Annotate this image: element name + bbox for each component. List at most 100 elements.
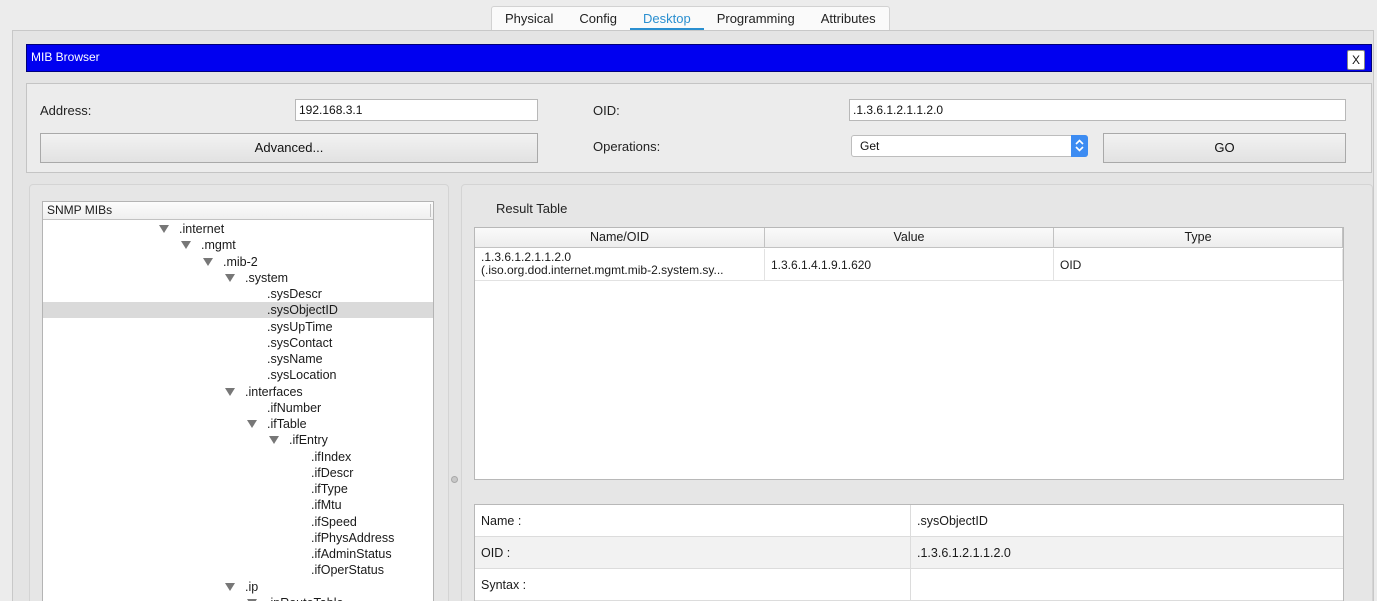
tree-node[interactable]: .ifTable xyxy=(43,416,433,432)
tree-node-label: .system xyxy=(245,270,289,285)
address-input[interactable]: 192.168.3.1 xyxy=(295,99,538,121)
split-pane-handle[interactable] xyxy=(451,476,458,483)
detail-key: OID : xyxy=(481,546,511,560)
tree-node[interactable]: .sysLocation xyxy=(43,367,433,383)
tab-physical[interactable]: Physical xyxy=(492,7,566,30)
tree-node-label: .ifOperStatus xyxy=(311,563,384,578)
column-header-value[interactable]: Value xyxy=(765,228,1054,248)
triangle-down-icon[interactable] xyxy=(203,257,213,266)
tree-node[interactable]: .mib-2 xyxy=(43,254,433,270)
tree-node[interactable]: .system xyxy=(43,270,433,286)
cell-name-oid: .1.3.6.1.2.1.1.2.0 (.iso.org.dod.interne… xyxy=(475,249,765,281)
tree-node[interactable]: .ip xyxy=(43,579,433,595)
advanced-button[interactable]: Advanced... xyxy=(40,133,538,163)
tree-node[interactable]: .sysUpTime xyxy=(43,319,433,335)
tree-node[interactable]: .ifIndex xyxy=(43,449,433,465)
tree-node[interactable]: .ifAdminStatus xyxy=(43,546,433,562)
tree-node[interactable]: .sysContact xyxy=(43,335,433,351)
detail-row-syntax: Syntax : xyxy=(475,569,1343,601)
tree-node[interactable]: .ifPhysAddress xyxy=(43,530,433,546)
oid-input[interactable]: .1.3.6.1.2.1.1.2.0 xyxy=(849,99,1346,121)
tab-config[interactable]: Config xyxy=(566,7,630,30)
tab-desktop[interactable]: Desktop xyxy=(630,7,704,31)
tree-node-label: .ifDescr xyxy=(311,465,354,480)
tree-node-label: .internet xyxy=(179,222,225,236)
tree-node[interactable]: .sysName xyxy=(43,351,433,367)
result-table-header: Name/OID Value Type xyxy=(475,228,1343,248)
tree-node[interactable]: .ipRouteTable xyxy=(43,595,433,601)
tree-node-label: .ifType xyxy=(311,482,348,496)
operations-label: Operations: xyxy=(593,139,661,154)
detail-value xyxy=(910,569,1343,601)
tree-node[interactable]: .sysDescr xyxy=(43,286,433,302)
cell-oid-path: (.iso.org.dod.internet.mgmt.mib-2.system… xyxy=(481,264,724,277)
triangle-down-icon[interactable] xyxy=(225,273,235,282)
mib-browser-titlebar: MIB Browser X xyxy=(26,44,1372,72)
tree-node-label: .ifSpeed xyxy=(311,514,357,529)
tree-node-label: .mib-2 xyxy=(223,254,258,269)
tree-node-label: .sysName xyxy=(267,352,323,366)
column-header-type[interactable]: Type xyxy=(1054,228,1343,248)
tree-node-label: .sysLocation xyxy=(267,368,337,383)
close-button[interactable]: X xyxy=(1347,50,1365,70)
tree-node[interactable]: .ifNumber xyxy=(43,400,433,416)
device-tabs: Physical Config Desktop Programming Attr… xyxy=(491,6,890,31)
cell-type: OID xyxy=(1054,249,1343,281)
tab-programming[interactable]: Programming xyxy=(704,7,808,30)
detail-row-name: Name : .sysObjectID xyxy=(475,505,1343,537)
go-button[interactable]: GO xyxy=(1103,133,1346,163)
result-table: Name/OID Value Type .1.3.6.1.2.1.1.2.0 (… xyxy=(474,227,1344,480)
triangle-down-icon[interactable] xyxy=(181,241,191,250)
tree-node-label: .ifEntry xyxy=(289,433,328,448)
tree-node-label: .ifMtu xyxy=(311,498,342,513)
operations-value: Get xyxy=(860,139,880,153)
tree-node[interactable]: .ifMtu xyxy=(43,497,433,513)
tree-node-label: .ifTable xyxy=(267,417,307,431)
tree-node-label: .ip xyxy=(245,579,259,594)
column-header-name-oid[interactable]: Name/OID xyxy=(475,228,765,248)
triangle-down-icon[interactable] xyxy=(225,387,235,396)
tree-node-label: .sysObjectID xyxy=(267,303,338,318)
oid-label: OID: xyxy=(593,103,620,118)
tree-header: SNMP MIBs xyxy=(43,202,433,220)
address-label: Address: xyxy=(40,103,92,118)
triangle-down-icon[interactable] xyxy=(159,225,169,233)
detail-key: Syntax : xyxy=(481,578,527,592)
tree-node-label: .sysContact xyxy=(267,335,333,350)
tree-node[interactable]: .interfaces xyxy=(43,384,433,400)
triangle-down-icon[interactable] xyxy=(247,420,257,428)
tree-node[interactable]: .ifEntry xyxy=(43,432,433,448)
tree-node-label: .ifNumber xyxy=(267,400,322,415)
detail-table: Name : .sysObjectID OID : .1.3.6.1.2.1.1… xyxy=(474,504,1344,601)
detail-value: .1.3.6.1.2.1.1.2.0 xyxy=(910,537,1343,569)
tree-node[interactable]: .internet xyxy=(43,221,433,237)
snmp-mib-tree: SNMP MIBs .internet .mgmt .mib-2 .system .sy… xyxy=(42,201,434,601)
tree-node[interactable]: .sysObjectID xyxy=(43,302,433,319)
detail-key: Name : xyxy=(481,514,522,528)
window-title: MIB Browser xyxy=(31,50,100,64)
tree-node-label: .sysUpTime xyxy=(267,319,333,334)
tree-node[interactable]: .ifSpeed xyxy=(43,514,433,530)
table-row[interactable]: .1.3.6.1.2.1.1.2.0 (.iso.org.dod.interne… xyxy=(475,249,1343,281)
tree-node-label: .ifIndex xyxy=(311,449,352,464)
up-down-chevron-icon xyxy=(1071,135,1088,157)
cell-oid: .1.3.6.1.2.1.1.2.0 xyxy=(481,250,572,264)
detail-value: .sysObjectID xyxy=(910,505,1343,537)
triangle-down-icon[interactable] xyxy=(269,436,279,445)
detail-row-oid: OID : .1.3.6.1.2.1.1.2.0 xyxy=(475,537,1343,569)
tree-node-label: .mgmt xyxy=(201,238,236,253)
tree-node-label: .sysDescr xyxy=(267,287,322,301)
tree-node-label: .interfaces xyxy=(245,384,303,399)
operations-select[interactable]: Get xyxy=(851,135,1088,157)
result-table-title: Result Table xyxy=(496,201,568,216)
cell-value: 1.3.6.1.4.1.9.1.620 xyxy=(765,249,1054,281)
tree-node-label: .ifAdminStatus xyxy=(311,547,392,561)
tree-node[interactable]: .ifOperStatus xyxy=(43,562,433,578)
triangle-down-icon[interactable] xyxy=(225,582,235,591)
tree-node[interactable]: .ifType xyxy=(43,481,433,497)
tree-node[interactable]: .mgmt xyxy=(43,237,433,253)
tree-node[interactable]: .ifDescr xyxy=(43,465,433,481)
tree-node-label: .ipRouteTable xyxy=(267,595,343,601)
tree-node-label: .ifPhysAddress xyxy=(311,530,395,545)
tab-attributes[interactable]: Attributes xyxy=(808,7,889,30)
